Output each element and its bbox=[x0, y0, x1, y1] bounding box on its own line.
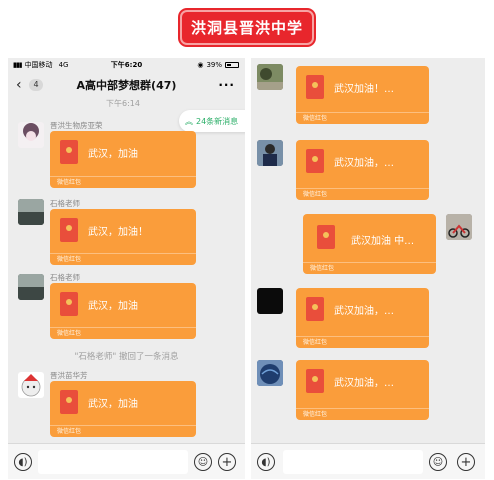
battery-percent: 39% bbox=[206, 61, 222, 69]
packet-label: 微信红包 bbox=[57, 330, 82, 337]
avatar[interactable] bbox=[257, 140, 283, 166]
emoji-icon[interactable]: ☺ bbox=[429, 453, 447, 471]
avatar[interactable] bbox=[257, 64, 283, 90]
red-packet-message[interactable]: 武汉加油，… 微信红包 bbox=[296, 360, 429, 420]
sender-name: 石格老师 bbox=[50, 273, 80, 282]
red-packet-icon bbox=[306, 149, 324, 173]
avatar[interactable] bbox=[257, 288, 283, 314]
input-bar: ◖) ☺ + bbox=[8, 443, 245, 479]
red-packet-icon bbox=[306, 75, 324, 99]
avatar[interactable] bbox=[18, 122, 44, 148]
red-packet-icon bbox=[60, 390, 78, 414]
plus-icon[interactable]: + bbox=[457, 453, 475, 471]
red-packet-message[interactable]: 武汉加油，… 微信红包 bbox=[296, 140, 429, 200]
packet-text: 武汉，加油 bbox=[88, 301, 138, 312]
red-packet-message[interactable]: 武汉，加油 微信红包 bbox=[50, 283, 196, 339]
more-icon[interactable]: ··· bbox=[218, 78, 235, 92]
banner-title: 洪洞县晋洪中学 bbox=[190, 19, 303, 37]
red-packet-icon bbox=[60, 140, 78, 164]
voice-icon[interactable]: ◖) bbox=[14, 453, 32, 471]
sender-name: 晋洪生物房亚荣 bbox=[50, 121, 103, 130]
red-packet-icon bbox=[60, 218, 78, 242]
message-input[interactable] bbox=[38, 450, 188, 474]
red-packet-icon bbox=[306, 297, 324, 321]
avatar[interactable] bbox=[18, 372, 44, 398]
packet-text: 武汉，加油 bbox=[88, 399, 138, 410]
message-input[interactable] bbox=[283, 450, 423, 474]
recall-notice: "石格老师" 撤回了一条消息 bbox=[74, 352, 179, 362]
chat-title: A高中部梦想群(47) bbox=[76, 79, 177, 92]
alarm-icon: ◉ bbox=[197, 61, 204, 69]
new-messages-label: 24条新消息 bbox=[196, 116, 239, 126]
packet-label: 微信红包 bbox=[303, 115, 328, 122]
battery-icon bbox=[225, 62, 239, 68]
packet-text: 武汉加油 中… bbox=[351, 236, 415, 247]
left-chat-screen: ▮▮▮ 中国移动 4G 下午6:20 ◉ 39% ‹ 4 A高中部梦想群(47)… bbox=[8, 58, 245, 479]
packet-label: 微信红包 bbox=[303, 191, 328, 198]
double-chevron-up-icon: ︽ bbox=[185, 116, 193, 126]
new-messages-pill[interactable]: ︽ 24条新消息 bbox=[179, 110, 245, 132]
red-packet-icon bbox=[60, 292, 78, 316]
packet-label: 微信红包 bbox=[57, 256, 82, 263]
avatar[interactable] bbox=[257, 360, 283, 386]
sender-name: 石格老师 bbox=[50, 199, 80, 208]
red-packet-message[interactable]: 武汉，加油 微信红包 bbox=[50, 381, 196, 437]
packet-text: 武汉加油，… bbox=[334, 378, 394, 389]
packet-text: 武汉，加油！ bbox=[88, 227, 148, 238]
red-packet-icon bbox=[306, 369, 324, 393]
packet-text: 武汉加油，… bbox=[334, 306, 394, 317]
right-chat-screen: 武汉加油！… 微信红包 武汉加油，… 微信红包 武汉加油 中… 微信红包 武汉加… bbox=[251, 58, 485, 479]
message-timestamp: 下午6:14 bbox=[106, 99, 140, 108]
emoji-icon[interactable]: ☺ bbox=[194, 453, 212, 471]
packet-label: 微信红包 bbox=[303, 411, 328, 418]
voice-icon[interactable]: ◖) bbox=[257, 453, 275, 471]
avatar[interactable] bbox=[446, 214, 472, 240]
packet-text: 武汉加油，… bbox=[334, 158, 394, 169]
sender-name: 晋洪苗华芳 bbox=[50, 371, 88, 380]
packet-label: 微信红包 bbox=[57, 179, 82, 186]
packet-label: 微信红包 bbox=[310, 265, 335, 272]
input-bar: ◖) ☺ + bbox=[251, 443, 485, 479]
red-packet-message[interactable]: 武汉加油 中… 微信红包 bbox=[303, 214, 436, 274]
packet-label: 微信红包 bbox=[57, 428, 82, 435]
red-packet-message[interactable]: 武汉，加油！ 微信红包 bbox=[50, 209, 196, 265]
red-packet-icon bbox=[317, 225, 335, 249]
packet-label: 微信红包 bbox=[303, 339, 328, 346]
packet-text: 武汉加油！… bbox=[334, 84, 394, 95]
plus-icon[interactable]: + bbox=[218, 453, 236, 471]
red-packet-message[interactable]: 武汉加油！… 微信红包 bbox=[296, 66, 429, 124]
avatar[interactable] bbox=[18, 199, 44, 225]
red-packet-message[interactable]: 武汉，加油 微信红包 bbox=[50, 131, 196, 188]
avatar[interactable] bbox=[18, 274, 44, 300]
packet-text: 武汉，加油 bbox=[88, 149, 138, 160]
chat-header: ‹ 4 A高中部梦想群(47) ··· bbox=[8, 72, 245, 98]
title-banner: 洪洞县晋洪中学 bbox=[180, 10, 314, 45]
status-bar: ▮▮▮ 中国移动 4G 下午6:20 ◉ 39% bbox=[8, 58, 245, 72]
red-packet-message[interactable]: 武汉加油，… 微信红包 bbox=[296, 288, 429, 348]
